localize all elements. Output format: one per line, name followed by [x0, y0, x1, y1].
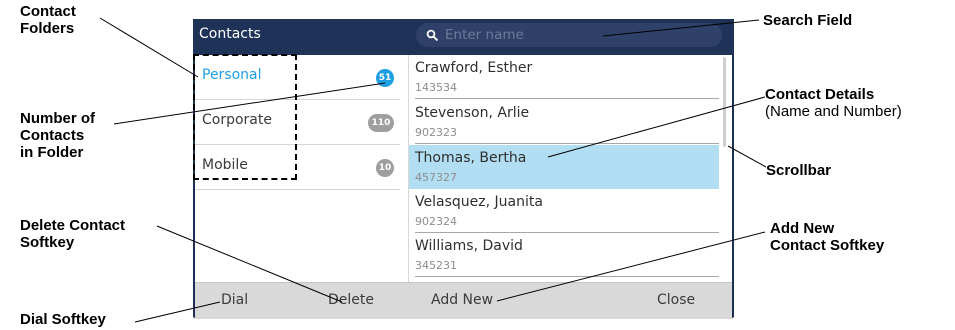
row-divider	[415, 276, 719, 277]
row-divider	[415, 98, 719, 99]
folder-count-badge: 51	[376, 69, 394, 87]
row-divider	[415, 143, 719, 144]
search-icon	[426, 29, 438, 41]
folder-count-badge: 110	[368, 114, 394, 132]
screen-title: Contacts	[199, 26, 261, 42]
callout-contact-details: Contact Details (Name and Number)	[765, 86, 902, 120]
title-bar: Contacts Enter name	[193, 19, 734, 55]
callout-add-new-softkey: Add New Contact Softkey	[770, 220, 885, 254]
contact-row[interactable]: Velasquez, Juanita 902324	[409, 189, 719, 233]
softkey-bar: Dial Delete Add New Close	[195, 282, 732, 319]
contact-row[interactable]: Williams, David 345231	[409, 233, 719, 277]
add-new-softkey[interactable]: Add New	[431, 292, 493, 308]
contact-number: 457327	[415, 171, 457, 184]
folder-mobile[interactable]: Mobile 10	[195, 145, 400, 190]
contact-name: Velasquez, Juanita	[415, 194, 543, 210]
contact-row[interactable]: Stevenson, Arlie 902323	[409, 100, 719, 144]
callout-scrollbar: Scrollbar	[766, 162, 832, 179]
callout-delete-softkey: Delete Contact Softkey	[20, 217, 126, 251]
folder-corporate[interactable]: Corporate 110	[195, 100, 400, 145]
contact-row-selected[interactable]: Thomas, Bertha 457327	[409, 145, 719, 189]
callout-contact-folders: Contact Folders	[20, 3, 76, 37]
folder-name: Mobile	[202, 157, 248, 173]
contact-name: Stevenson, Arlie	[415, 105, 530, 121]
contact-number: 345231	[415, 259, 457, 272]
contact-row[interactable]: Crawford, Esther 143534	[409, 55, 719, 99]
contacts-body: Personal 51 Corporate 110 Mobile 10 Craw…	[193, 54, 732, 300]
contact-number: 143534	[415, 81, 457, 94]
callout-number-of-contacts: Number of Contacts in Folder	[20, 110, 95, 161]
search-placeholder: Enter name	[445, 27, 524, 43]
contact-name: Williams, David	[415, 238, 523, 254]
close-softkey[interactable]: Close	[657, 292, 695, 308]
contact-number: 902324	[415, 215, 457, 228]
callout-search-field: Search Field	[763, 12, 853, 29]
folder-count-badge: 10	[376, 159, 394, 177]
folder-list: Personal 51 Corporate 110 Mobile 10	[193, 54, 409, 300]
folder-personal[interactable]: Personal 51	[195, 55, 400, 100]
folder-name: Corporate	[202, 112, 272, 128]
contact-list: Crawford, Esther 143534 Stevenson, Arlie…	[409, 55, 732, 300]
dial-softkey[interactable]: Dial	[221, 292, 248, 308]
contacts-screen: Contacts Enter name Personal 51 Corporat…	[193, 19, 734, 319]
contact-name: Crawford, Esther	[415, 60, 533, 76]
search-field[interactable]: Enter name	[416, 23, 722, 47]
contact-number: 902323	[415, 126, 457, 139]
leader-contact-folders	[99, 17, 199, 78]
callout-dial-softkey: Dial Softkey	[20, 311, 106, 328]
folder-name: Personal	[202, 67, 262, 83]
contact-name: Thomas, Bertha	[415, 150, 527, 166]
delete-softkey[interactable]: Delete	[328, 292, 374, 308]
scrollbar[interactable]	[723, 57, 726, 147]
